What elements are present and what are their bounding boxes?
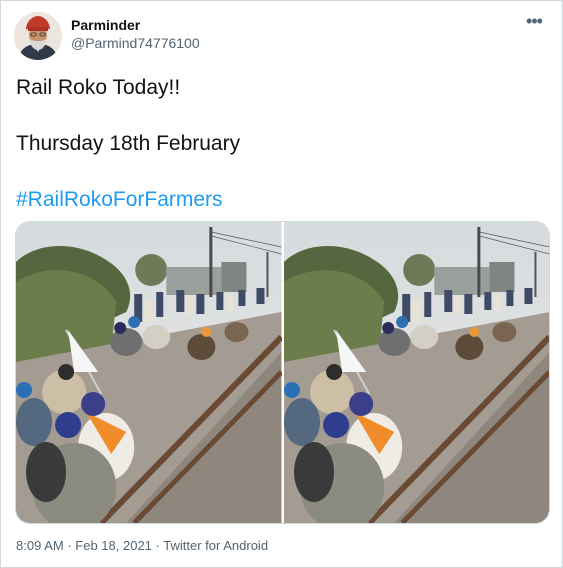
protest-photo-image xyxy=(16,222,282,523)
tweet-meta: 8:09 AM · Feb 18, 2021 · Twitter for And… xyxy=(16,538,268,554)
tweet-date[interactable]: Feb 18, 2021 xyxy=(75,538,152,553)
tweet-time[interactable]: 8:09 AM xyxy=(16,538,64,553)
hashtag-link[interactable]: #RailRokoForFarmers xyxy=(16,187,223,213)
display-name[interactable]: Parminder xyxy=(71,17,200,34)
avatar-icon xyxy=(14,12,62,60)
protest-photo-image xyxy=(283,222,549,523)
avatar[interactable] xyxy=(14,12,62,60)
tweet-text-line-2: Thursday 18th February xyxy=(16,132,241,155)
tweet-source[interactable]: Twitter for Android xyxy=(163,538,268,553)
tweet-header: Parminder @Parmind74776100 ••• xyxy=(14,12,549,60)
tweet-photo-2[interactable] xyxy=(283,222,549,523)
user-info: Parminder @Parmind74776100 xyxy=(71,17,200,52)
media-grid xyxy=(15,221,550,524)
user-handle[interactable]: @Parmind74776100 xyxy=(71,34,200,52)
tweet-card: Parminder @Parmind74776100 ••• Rail Roko… xyxy=(0,0,563,568)
meta-separator: · xyxy=(67,538,72,553)
tweet-text-line-1: Rail Roko Today!! xyxy=(16,76,181,99)
tweet-photo-1[interactable] xyxy=(16,222,282,523)
meta-separator: · xyxy=(155,538,160,553)
more-options-icon[interactable]: ••• xyxy=(523,12,545,34)
